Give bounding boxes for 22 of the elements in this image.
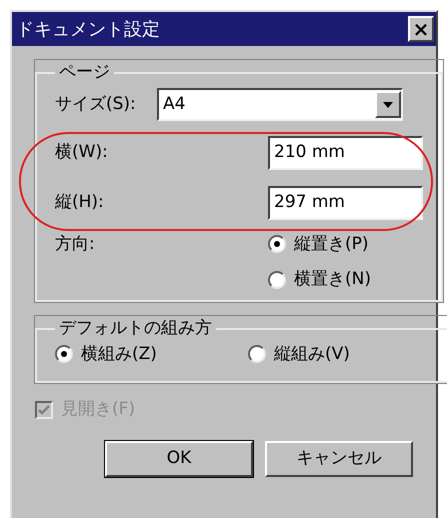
field-label: サイズ(S): <box>55 92 137 116</box>
radio-button[interactable] <box>268 235 286 254</box>
radio-button[interactable] <box>268 270 286 289</box>
close-button[interactable]: × <box>408 16 434 42</box>
dialog-button[interactable]: キャンセル <box>265 440 413 476</box>
field-label: 横(W): <box>55 140 109 164</box>
field-label: 方向: <box>55 232 96 256</box>
radio-option[interactable]: 横置き(N) <box>268 267 371 292</box>
radio-option[interactable]: 縦組み(V) <box>248 342 441 367</box>
dialog-button[interactable]: OK <box>105 440 253 476</box>
input-field[interactable]: 210 mm <box>268 136 423 170</box>
radio-button[interactable] <box>55 345 73 364</box>
group-title: ページ <box>58 61 111 84</box>
size-dropdown[interactable]: A4 <box>157 88 403 121</box>
caret-icon <box>375 91 401 118</box>
radio-option[interactable]: 横組み(Z) <box>55 342 248 367</box>
field-label: 縦(H): <box>55 190 105 214</box>
input-field[interactable]: 297 mm <box>268 186 423 220</box>
radio-option[interactable]: 縦置き(P) <box>268 232 371 257</box>
group-title: デフォルトの組み方 <box>58 317 213 340</box>
window-title: ドキュメント設定 <box>16 18 160 42</box>
radio-button[interactable] <box>248 345 266 364</box>
